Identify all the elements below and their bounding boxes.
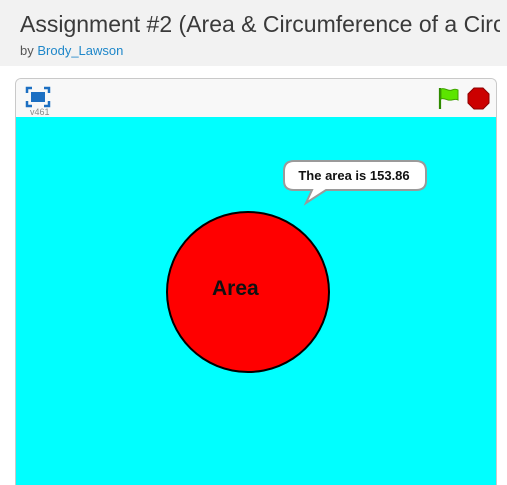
stop-sign-icon: [467, 87, 490, 110]
author-link[interactable]: Brody_Lawson: [37, 43, 123, 58]
project-header: Assignment #2 (Area & Circumference of a…: [0, 0, 507, 66]
project-title: Assignment #2 (Area & Circumference of a…: [20, 11, 500, 37]
byline: by Brody_Lawson: [20, 43, 123, 58]
version-label: v461: [30, 107, 50, 117]
player-controls: v461: [16, 79, 496, 117]
sprite-label: Area: [212, 277, 259, 300]
by-label: by: [20, 43, 34, 58]
project-page: Assignment #2 (Area & Circumference of a…: [0, 0, 507, 485]
stop-button[interactable]: [467, 87, 490, 110]
fullscreen-icon: [25, 86, 51, 108]
scratch-player: v461 Area The area is 153.86: [15, 78, 497, 485]
green-flag-icon: [438, 88, 459, 109]
stage[interactable]: Area The area is 153.86: [16, 117, 496, 485]
fullscreen-button[interactable]: [25, 86, 51, 108]
green-flag-button[interactable]: [436, 86, 460, 110]
speech-bubble-text: The area is 153.86: [298, 168, 410, 183]
